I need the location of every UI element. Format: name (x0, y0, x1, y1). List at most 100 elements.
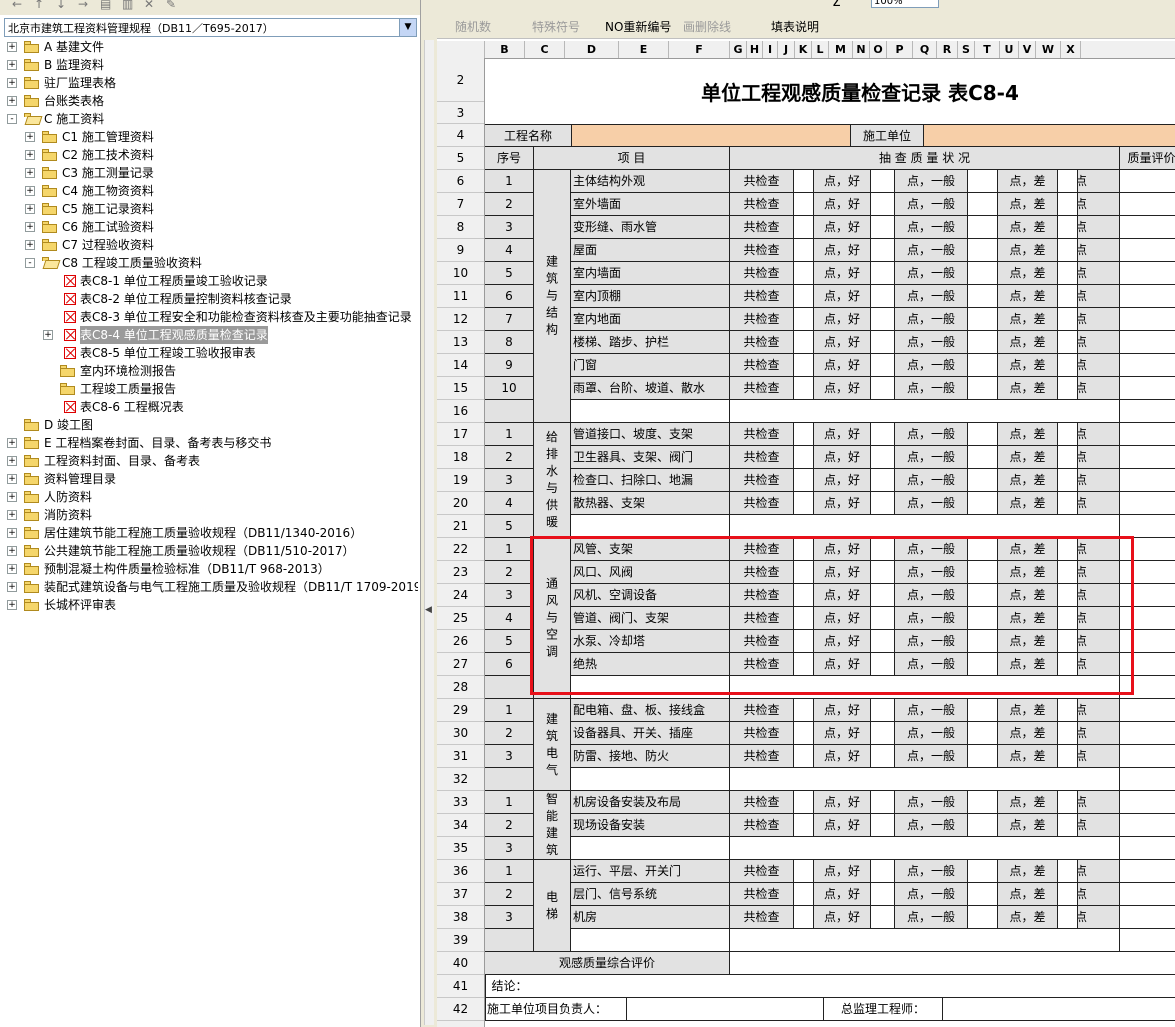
column-header-cell[interactable]: D (565, 41, 619, 58)
eval-input[interactable] (1120, 929, 1175, 952)
toolbar-tool-icon[interactable]: ← (12, 0, 22, 11)
count-input[interactable] (968, 216, 998, 239)
contractor-input[interactable] (924, 124, 1175, 147)
item-cell[interactable]: 室内墙面 (571, 262, 730, 285)
count-input[interactable] (1058, 791, 1078, 814)
column-header-cell[interactable]: H (747, 41, 763, 58)
left-scrollbar[interactable] (424, 40, 434, 1025)
count-input[interactable] (1058, 722, 1078, 745)
item-cell[interactable] (571, 837, 730, 860)
count-input[interactable] (794, 469, 814, 492)
column-header-cell[interactable]: C (525, 41, 565, 58)
tree-node[interactable]: + C5 施工记录资料 (4, 200, 416, 218)
count-input[interactable] (794, 423, 814, 446)
item-cell[interactable] (571, 929, 730, 952)
expander-icon[interactable]: + (25, 240, 35, 250)
row-header-cell[interactable]: 27 (437, 653, 484, 676)
tree-node[interactable]: + 表C8-4 单位工程观感质量检查记录 (4, 326, 416, 344)
row-header-cell[interactable]: 24 (437, 584, 484, 607)
count-input[interactable] (968, 860, 998, 883)
item-cell[interactable]: 运行、平层、开关门 (571, 860, 730, 883)
expander-icon[interactable]: + (7, 528, 17, 538)
tree-node[interactable]: + A 基建文件 (4, 38, 416, 56)
row-header-cell[interactable]: 32 (437, 768, 484, 791)
expander-icon[interactable]: + (7, 78, 17, 88)
tree-node[interactable]: 表C8-6 工程概况表 (4, 398, 416, 416)
row-header-cell[interactable]: 14 (437, 354, 484, 377)
count-input[interactable] (871, 699, 895, 722)
expander-icon[interactable]: + (25, 222, 35, 232)
expander-icon[interactable]: + (25, 186, 35, 196)
eval-input[interactable] (1120, 239, 1175, 262)
eval-input[interactable] (1120, 791, 1175, 814)
count-input[interactable] (968, 492, 998, 515)
count-input[interactable] (1058, 170, 1078, 193)
count-input[interactable] (968, 377, 998, 400)
count-input[interactable] (871, 446, 895, 469)
count-input[interactable] (794, 699, 814, 722)
item-cell[interactable]: 机房设备安装及布局 (571, 791, 730, 814)
eval-input[interactable] (1120, 906, 1175, 929)
count-input[interactable] (871, 791, 895, 814)
toolbar-tool-icon[interactable]: ↑ (34, 0, 44, 11)
row-header-cell[interactable]: 4 (437, 124, 484, 147)
item-cell[interactable]: 变形缝、雨水管 (571, 216, 730, 239)
row-header-cell[interactable]: 42 (437, 998, 484, 1021)
count-input[interactable] (1058, 423, 1078, 446)
eval-input[interactable] (1120, 285, 1175, 308)
column-header-cell[interactable]: X (1061, 41, 1081, 58)
eval-input[interactable] (1120, 515, 1175, 538)
count-input[interactable] (1058, 446, 1078, 469)
eval-input[interactable] (1120, 768, 1175, 791)
item-cell[interactable] (571, 515, 730, 538)
expander-icon[interactable]: + (7, 60, 17, 70)
count-input[interactable] (794, 285, 814, 308)
eval-input[interactable] (1120, 423, 1175, 446)
row-header-cell[interactable]: 16 (437, 400, 484, 423)
column-header-cell[interactable]: I (763, 41, 778, 58)
expander-icon[interactable]: - (25, 258, 35, 268)
count-input[interactable] (871, 377, 895, 400)
count-input[interactable] (968, 239, 998, 262)
item-cell[interactable]: 现场设备安装 (571, 814, 730, 837)
eval-input[interactable] (1120, 814, 1175, 837)
count-input[interactable] (1058, 216, 1078, 239)
eval-input[interactable] (1120, 722, 1175, 745)
row-header-cell[interactable]: 11 (437, 285, 484, 308)
item-cell[interactable] (571, 768, 730, 791)
row-header-cell[interactable]: 34 (437, 814, 484, 837)
column-header-cell[interactable]: R (937, 41, 958, 58)
count-input[interactable] (871, 308, 895, 331)
tree-node[interactable]: + 长城杯评审表 (4, 596, 416, 614)
count-input[interactable] (1058, 354, 1078, 377)
tree-node[interactable]: + 台账类表格 (4, 92, 416, 110)
contractor-manager-input[interactable] (627, 998, 824, 1021)
count-input[interactable] (794, 170, 814, 193)
toolbar-tool-icon[interactable]: ▤ (100, 0, 111, 11)
column-header-cell[interactable]: G (730, 41, 747, 58)
count-input[interactable] (794, 906, 814, 929)
row-header-cell[interactable]: 3 (437, 102, 484, 124)
count-input[interactable] (968, 791, 998, 814)
column-header-cell[interactable]: P (887, 41, 913, 58)
toolbar-tool-icon[interactable]: ✕ (144, 0, 154, 11)
eval-input[interactable] (1120, 377, 1175, 400)
row-header-cell[interactable]: 33 (437, 791, 484, 814)
row-header-cell[interactable]: 5 (437, 147, 484, 170)
count-input[interactable] (968, 745, 998, 768)
column-header-cell[interactable]: U (1000, 41, 1019, 58)
count-input[interactable] (1058, 492, 1078, 515)
expander-icon[interactable]: + (7, 510, 17, 520)
select-all-corner[interactable] (437, 41, 485, 58)
column-header-cell[interactable]: W (1036, 41, 1061, 58)
toolbar-button[interactable]: 画删除线 (683, 18, 731, 35)
row-header-cell[interactable]: 31 (437, 745, 484, 768)
tree-node[interactable]: 表C8-1 单位工程质量竣工验收记录 (4, 272, 416, 290)
item-cell[interactable]: 散热器、支架 (571, 492, 730, 515)
chevron-down-icon[interactable]: ▼ (399, 19, 416, 36)
row-header-cell[interactable]: 12 (437, 308, 484, 331)
row-header-cell[interactable]: 18 (437, 446, 484, 469)
column-header-cell[interactable]: B (485, 41, 525, 58)
tree-node[interactable]: + B 监理资料 (4, 56, 416, 74)
row-header-cell[interactable]: 40 (437, 952, 484, 975)
